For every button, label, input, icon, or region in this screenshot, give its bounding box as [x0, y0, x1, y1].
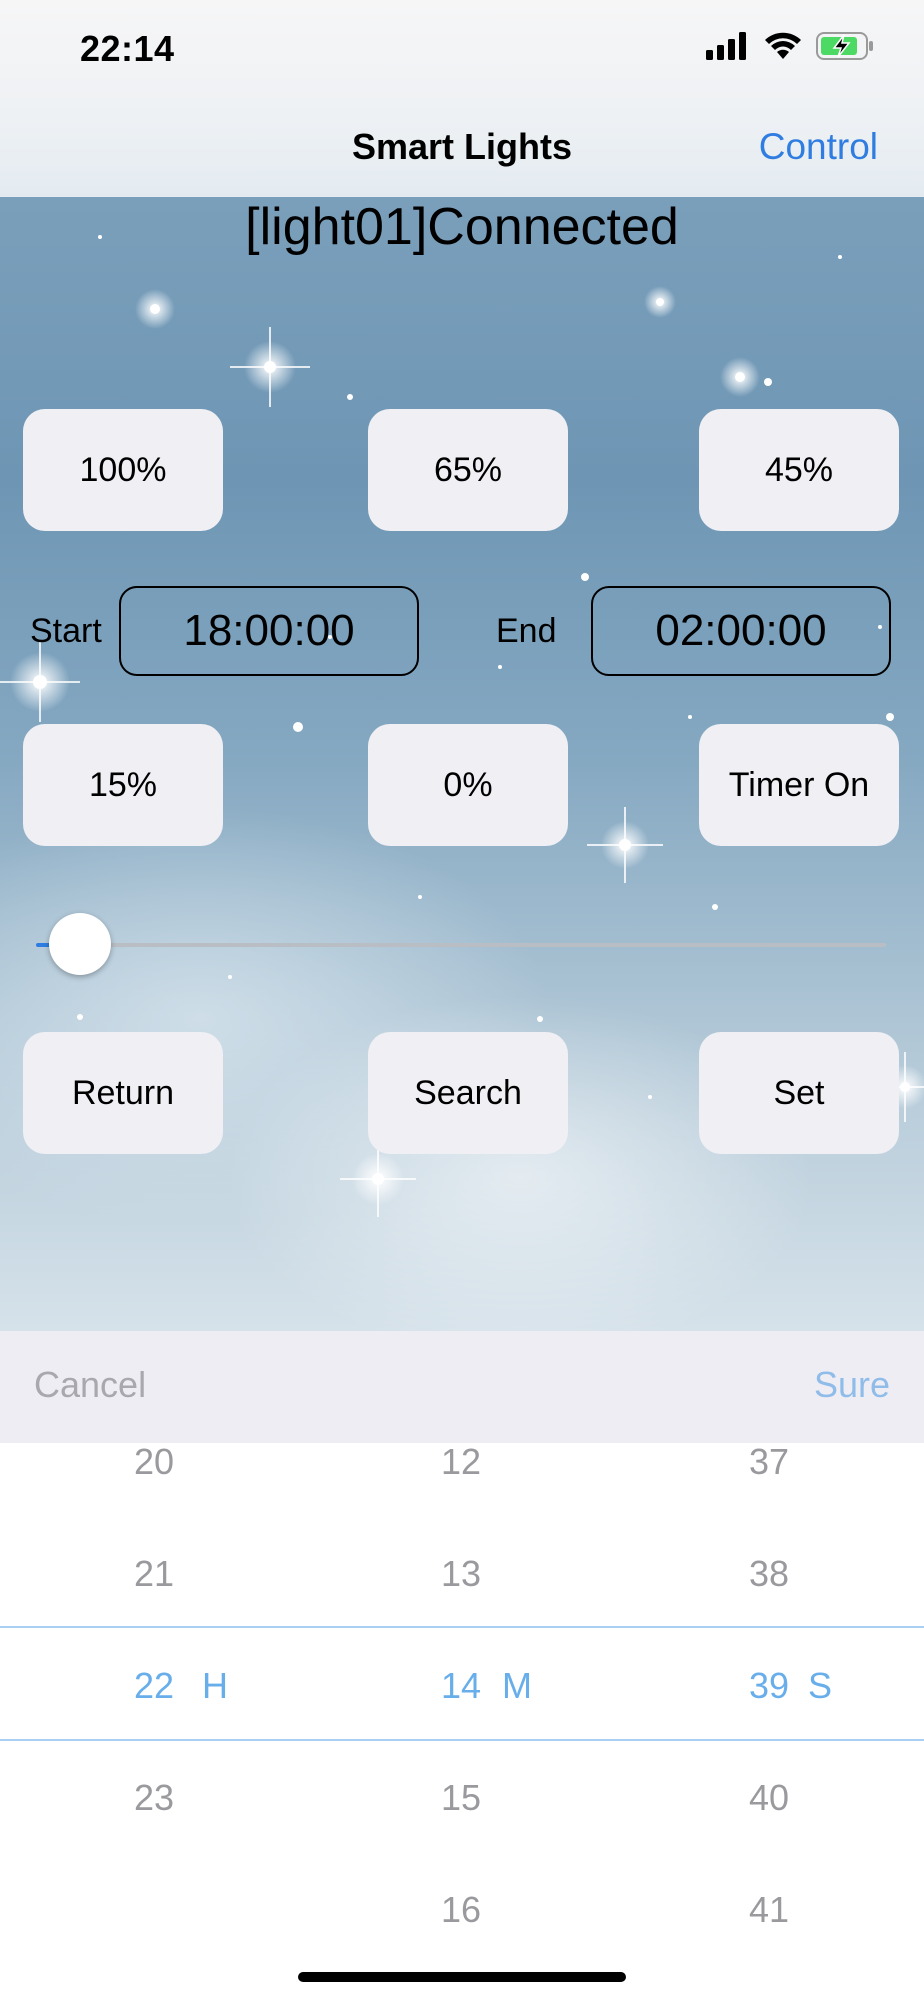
navigation-header: 22:14 Smart Lights Control [0, 0, 924, 197]
status-icons [706, 32, 874, 60]
brightness-65-button[interactable]: 65% [368, 409, 568, 531]
set-button[interactable]: Set [699, 1032, 899, 1154]
return-button[interactable]: Return [23, 1032, 223, 1154]
brightness-0-button[interactable]: 0% [368, 724, 568, 846]
second-unit: S [808, 1665, 833, 1706]
brightness-slider-track[interactable] [36, 943, 886, 947]
hour-unit: H [202, 1665, 228, 1706]
second-option[interactable]: 40 [709, 1777, 829, 1819]
hour-option[interactable]: 23 [94, 1777, 214, 1819]
minute-option[interactable]: 16 [401, 1889, 521, 1931]
hour-selected[interactable]: 22 [94, 1665, 214, 1707]
brightness-slider-thumb[interactable] [49, 913, 111, 975]
home-indicator[interactable] [298, 1972, 626, 1982]
second-option[interactable]: 41 [709, 1889, 829, 1931]
start-label: Start [30, 612, 102, 650]
wifi-icon [765, 32, 801, 59]
second-option[interactable]: 37 [709, 1441, 829, 1483]
second-option[interactable]: 38 [709, 1553, 829, 1595]
status-time: 22:14 [80, 28, 175, 69]
minute-option[interactable]: 15 [401, 1777, 521, 1819]
minute-option[interactable]: 13 [401, 1553, 521, 1595]
end-time-field[interactable]: 02:00:00 [591, 586, 891, 676]
signal-icon [706, 32, 746, 60]
cancel-button[interactable]: Cancel [34, 1364, 146, 1406]
connection-status: [light01]Connected [245, 198, 679, 256]
brightness-15-button[interactable]: 15% [23, 724, 223, 846]
minute-option[interactable]: 12 [401, 1441, 521, 1483]
picker-selection-bottom-line [0, 1739, 924, 1741]
minute-unit: M [502, 1665, 532, 1706]
control-button[interactable]: Control [759, 126, 878, 168]
picker-selection-top-line [0, 1626, 924, 1628]
brightness-100-button[interactable]: 100% [23, 409, 223, 531]
battery-charging-icon [816, 32, 873, 60]
end-label: End [496, 612, 557, 650]
search-button[interactable]: Search [368, 1032, 568, 1154]
brightness-45-button[interactable]: 45% [699, 409, 899, 531]
sure-button[interactable]: Sure [814, 1364, 890, 1406]
hour-option[interactable]: 20 [94, 1441, 214, 1483]
hour-option[interactable]: 21 [94, 1553, 214, 1595]
timer-on-button[interactable]: Timer On [699, 724, 899, 846]
start-time-field[interactable]: 18:00:00 [119, 586, 419, 676]
